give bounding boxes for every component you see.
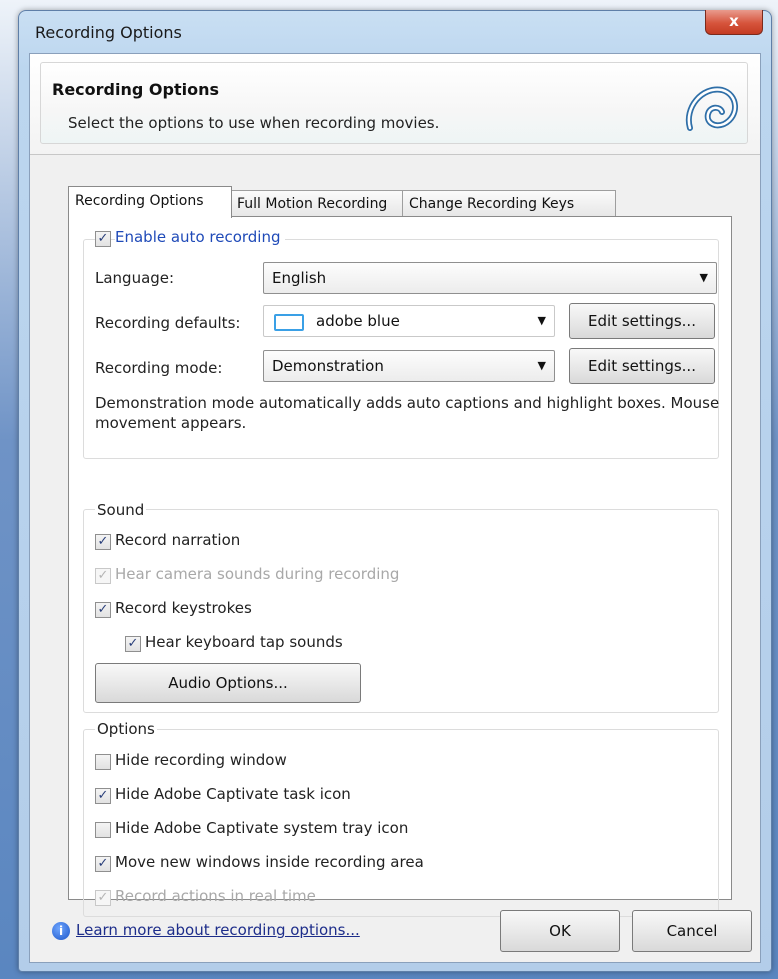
recording-mode-select[interactable]: Demonstration ▼ bbox=[263, 350, 555, 382]
tab-panel: ✓ Enable auto recording Language: Englis… bbox=[68, 216, 732, 917]
recording-options-dialog: Recording Options x Recording Options Se… bbox=[18, 10, 772, 972]
captivate-logo-icon bbox=[685, 86, 738, 131]
language-select[interactable]: English ▼ bbox=[263, 262, 717, 294]
enable-auto-recording-checkbox[interactable]: ✓ bbox=[95, 231, 111, 247]
recording-defaults-select[interactable]: adobe blue ▼ bbox=[263, 305, 555, 337]
language-value: English bbox=[272, 269, 327, 287]
header-title: Recording Options bbox=[52, 80, 219, 99]
audio-options-button[interactable]: Audio Options... bbox=[95, 663, 361, 703]
record-narration-checkbox[interactable]: ✓ bbox=[95, 534, 111, 550]
real-time-label: Record actions in real time bbox=[115, 887, 316, 905]
record-keystrokes-checkbox[interactable]: ✓ bbox=[95, 602, 111, 618]
color-swatch-icon bbox=[274, 314, 304, 331]
dialog-client-area: Recording Options Select the options to … bbox=[29, 53, 761, 963]
hear-camera-sounds-label: Hear camera sounds during recording bbox=[115, 565, 400, 583]
recording-mode-label: Recording mode: bbox=[95, 359, 223, 377]
info-icon: i bbox=[52, 922, 70, 940]
hear-keyboard-sounds-label[interactable]: Hear keyboard tap sounds bbox=[145, 633, 343, 651]
header-panel: Recording Options Select the options to … bbox=[30, 54, 760, 155]
recording-defaults-label: Recording defaults: bbox=[95, 314, 241, 332]
record-narration-label[interactable]: Record narration bbox=[115, 531, 240, 549]
options-legend: Options bbox=[95, 720, 157, 738]
title-bar[interactable]: Recording Options x bbox=[19, 10, 771, 53]
move-windows-label[interactable]: Move new windows inside recording area bbox=[115, 853, 424, 871]
recording-defaults-value: adobe blue bbox=[316, 312, 400, 330]
recording-mode-value: Demonstration bbox=[272, 357, 384, 375]
language-label: Language: bbox=[95, 269, 175, 287]
tab-recording-options[interactable]: Recording Options bbox=[68, 186, 232, 218]
hide-tray-icon-label[interactable]: Hide Adobe Captivate system tray icon bbox=[115, 819, 408, 837]
mode-description: Demonstration mode automatically adds au… bbox=[95, 394, 720, 432]
header-subtitle: Select the options to use when recording… bbox=[68, 114, 440, 132]
record-keystrokes-label[interactable]: Record keystrokes bbox=[115, 599, 252, 617]
hide-task-icon-checkbox[interactable]: ✓ bbox=[95, 788, 111, 804]
tab-full-motion-recording[interactable]: Full Motion Recording bbox=[230, 190, 404, 217]
move-windows-checkbox[interactable]: ✓ bbox=[95, 856, 111, 872]
hear-camera-sounds-checkbox: ✓ bbox=[95, 568, 111, 584]
ok-button[interactable]: OK bbox=[500, 910, 620, 952]
chevron-down-icon: ▼ bbox=[699, 271, 708, 284]
window-title: Recording Options bbox=[35, 23, 182, 42]
tab-change-recording-keys[interactable]: Change Recording Keys bbox=[402, 190, 616, 217]
learn-more-link[interactable]: Learn more about recording options... bbox=[76, 921, 360, 939]
cancel-button[interactable]: Cancel bbox=[632, 910, 752, 952]
hide-task-icon-label[interactable]: Hide Adobe Captivate task icon bbox=[115, 785, 351, 803]
sound-legend: Sound bbox=[95, 501, 147, 519]
chevron-down-icon: ▼ bbox=[537, 359, 546, 372]
real-time-checkbox: ✓ bbox=[95, 890, 111, 906]
hide-recording-window-checkbox[interactable] bbox=[95, 754, 111, 770]
enable-auto-recording-label[interactable]: Enable auto recording bbox=[115, 228, 285, 246]
hide-tray-icon-checkbox[interactable] bbox=[95, 822, 111, 838]
close-button[interactable]: x bbox=[705, 10, 763, 35]
edit-defaults-settings-button[interactable]: Edit settings... bbox=[569, 303, 715, 339]
chevron-down-icon: ▼ bbox=[537, 314, 546, 327]
edit-mode-settings-button[interactable]: Edit settings... bbox=[569, 348, 715, 384]
hear-keyboard-sounds-checkbox[interactable]: ✓ bbox=[125, 636, 141, 652]
hide-recording-window-label[interactable]: Hide recording window bbox=[115, 751, 287, 769]
